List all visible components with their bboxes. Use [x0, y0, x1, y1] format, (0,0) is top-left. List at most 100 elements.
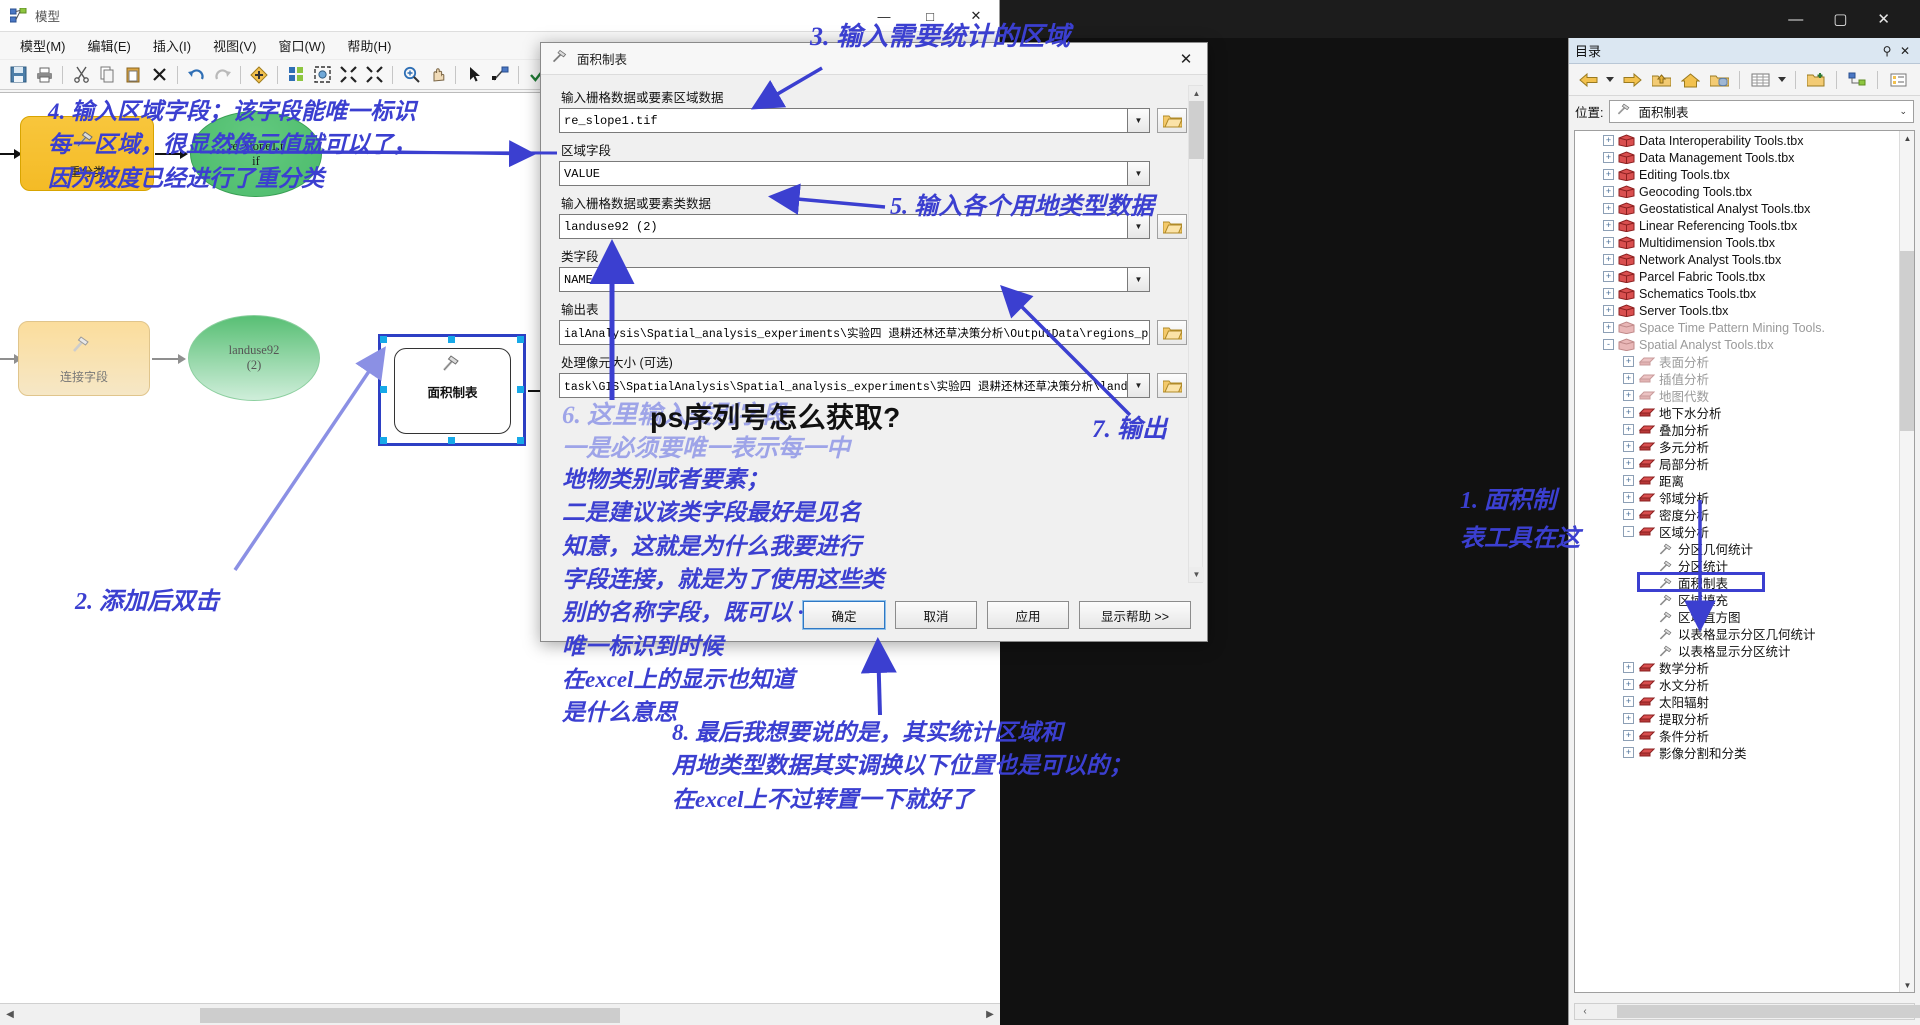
chevron-down-icon[interactable]: ▼: [1128, 373, 1150, 398]
tree-item[interactable]: + 太阳辐射: [1575, 693, 1898, 710]
save-icon[interactable]: [6, 63, 30, 87]
pin-icon[interactable]: ⚲: [1878, 44, 1896, 58]
dialog-vscrollbar[interactable]: ▲ ▼: [1188, 85, 1204, 583]
scroll-up-arrow[interactable]: ▲: [1189, 86, 1204, 101]
copy-icon[interactable]: [95, 63, 119, 87]
chevron-down-icon[interactable]: ⌄: [1899, 106, 1907, 117]
tree-item[interactable]: + Geocoding Tools.tbx: [1575, 183, 1898, 200]
pan-icon[interactable]: [425, 63, 449, 87]
expand-icon[interactable]: +: [1603, 186, 1614, 197]
tree-item[interactable]: + 距离: [1575, 472, 1898, 489]
scroll-up-arrow[interactable]: ▲: [1900, 131, 1914, 145]
tree-item[interactable]: 区域直方图: [1575, 608, 1898, 625]
scroll-right-arrow[interactable]: ▶: [980, 1005, 1000, 1025]
tree-item[interactable]: 分区几何统计: [1575, 540, 1898, 557]
cell-size-field[interactable]: task\GIS\SpatialAnalysis\Spatial_analysi…: [559, 373, 1128, 398]
back-dropdown-icon[interactable]: [1604, 67, 1616, 93]
tree-vscrollbar[interactable]: ▲ ▼: [1899, 131, 1914, 992]
expand-icon[interactable]: +: [1603, 152, 1614, 163]
tree-item[interactable]: + Data Management Tools.tbx: [1575, 149, 1898, 166]
selection-handle[interactable]: [517, 336, 524, 343]
paste-icon[interactable]: [121, 63, 145, 87]
menu-edit[interactable]: 编辑(E): [78, 32, 141, 59]
selection-handle[interactable]: [448, 437, 455, 444]
tree-item[interactable]: 以表格显示分区统计: [1575, 642, 1898, 659]
chevron-down-icon[interactable]: ▼: [1128, 267, 1150, 292]
scroll-left-arrow[interactable]: ‹: [1575, 1004, 1595, 1019]
model-node-body[interactable]: landuse92 (2): [188, 315, 320, 401]
tree-item[interactable]: + Network Analyst Tools.tbx: [1575, 251, 1898, 268]
tree-item[interactable]: + 条件分析: [1575, 727, 1898, 744]
expand-icon[interactable]: +: [1603, 271, 1614, 282]
tree-item[interactable]: + 邻域分析: [1575, 489, 1898, 506]
menu-help[interactable]: 帮助(H): [337, 32, 401, 59]
zoom-out-icon[interactable]: [336, 63, 360, 87]
scroll-thumb[interactable]: [1617, 1005, 1920, 1018]
table-dropdown-icon[interactable]: [1776, 67, 1788, 93]
zone-field-field[interactable]: VALUE: [559, 161, 1128, 186]
show-help-button[interactable]: 显示帮助 >>: [1079, 601, 1191, 629]
expand-icon[interactable]: +: [1603, 135, 1614, 146]
tree-item[interactable]: + 表面分析: [1575, 353, 1898, 370]
tree-item[interactable]: 分区统计: [1575, 557, 1898, 574]
expand-icon[interactable]: +: [1623, 424, 1634, 435]
zoom-tool-icon[interactable]: [399, 63, 423, 87]
details-icon[interactable]: [1885, 67, 1911, 93]
selection-handle[interactable]: [517, 386, 524, 393]
model-node-join-field[interactable]: 连接字段: [18, 321, 150, 396]
forward-arrow-icon[interactable]: [1619, 67, 1645, 93]
back-arrow-icon[interactable]: [1575, 67, 1601, 93]
menu-insert[interactable]: 插入(I): [143, 32, 201, 59]
catalog-hscrollbar[interactable]: ‹ ›: [1574, 1003, 1920, 1020]
tree-item[interactable]: + Data Interoperability Tools.tbx: [1575, 132, 1898, 149]
tree-item[interactable]: + 影像分割和分类: [1575, 744, 1898, 761]
expand-icon[interactable]: +: [1603, 288, 1614, 299]
os-minimize-button[interactable]: —: [1788, 12, 1803, 27]
dialog-close-button[interactable]: ✕: [1165, 43, 1207, 75]
tree-item[interactable]: + 数学分析: [1575, 659, 1898, 676]
selection-handle[interactable]: [448, 336, 455, 343]
expand-icon[interactable]: +: [1623, 407, 1634, 418]
expand-icon[interactable]: +: [1603, 322, 1614, 333]
default-geodatabase-icon[interactable]: [1706, 67, 1732, 93]
apply-button[interactable]: 应用: [987, 601, 1069, 629]
expand-icon[interactable]: +: [1603, 203, 1614, 214]
connect-folder-icon[interactable]: [1803, 67, 1829, 93]
expand-icon[interactable]: +: [1603, 237, 1614, 248]
tree-item[interactable]: - Spatial Analyst Tools.tbx: [1575, 336, 1898, 353]
menu-model[interactable]: 模型(M): [10, 32, 76, 59]
menu-window[interactable]: 窗口(W): [268, 32, 335, 59]
undo-icon[interactable]: [184, 63, 208, 87]
close-icon[interactable]: ✕: [1896, 44, 1914, 58]
model-canvas-hscrollbar[interactable]: ◀ ▶: [0, 1003, 1000, 1025]
select-icon[interactable]: [462, 63, 486, 87]
connect-icon[interactable]: [488, 63, 512, 87]
scroll-down-arrow[interactable]: ▼: [1900, 978, 1914, 992]
expand-icon[interactable]: +: [1603, 169, 1614, 180]
scroll-down-arrow[interactable]: ▼: [1189, 567, 1204, 582]
class-field-field[interactable]: NAME: [559, 267, 1128, 292]
expand-icon[interactable]: +: [1623, 373, 1634, 384]
tree-item[interactable]: 区域填充: [1575, 591, 1898, 608]
tree-item[interactable]: + 密度分析: [1575, 506, 1898, 523]
tree-item[interactable]: + 地下水分析: [1575, 404, 1898, 421]
expand-icon[interactable]: +: [1623, 390, 1634, 401]
tree-item[interactable]: + 局部分析: [1575, 455, 1898, 472]
expand-icon[interactable]: +: [1623, 730, 1634, 741]
expand-icon[interactable]: +: [1623, 475, 1634, 486]
table-view-icon[interactable]: [1747, 67, 1773, 93]
expand-icon[interactable]: +: [1623, 356, 1634, 367]
selection-handle[interactable]: [380, 386, 387, 393]
os-close-button[interactable]: ✕: [1877, 12, 1890, 27]
collapse-icon[interactable]: -: [1623, 526, 1634, 537]
expand-icon[interactable]: +: [1623, 679, 1634, 690]
chevron-down-icon[interactable]: ▼: [1128, 161, 1150, 186]
tree-item[interactable]: + 水文分析: [1575, 676, 1898, 693]
os-maximize-button[interactable]: ▢: [1833, 12, 1847, 27]
scroll-left-arrow[interactable]: ◀: [0, 1005, 20, 1025]
tree-item[interactable]: + Multidimension Tools.tbx: [1575, 234, 1898, 251]
tree-item[interactable]: + 提取分析: [1575, 710, 1898, 727]
tree-item[interactable]: 以表格显示分区几何统计: [1575, 625, 1898, 642]
tree-item[interactable]: + Editing Tools.tbx: [1575, 166, 1898, 183]
scroll-track[interactable]: [20, 1004, 980, 1025]
